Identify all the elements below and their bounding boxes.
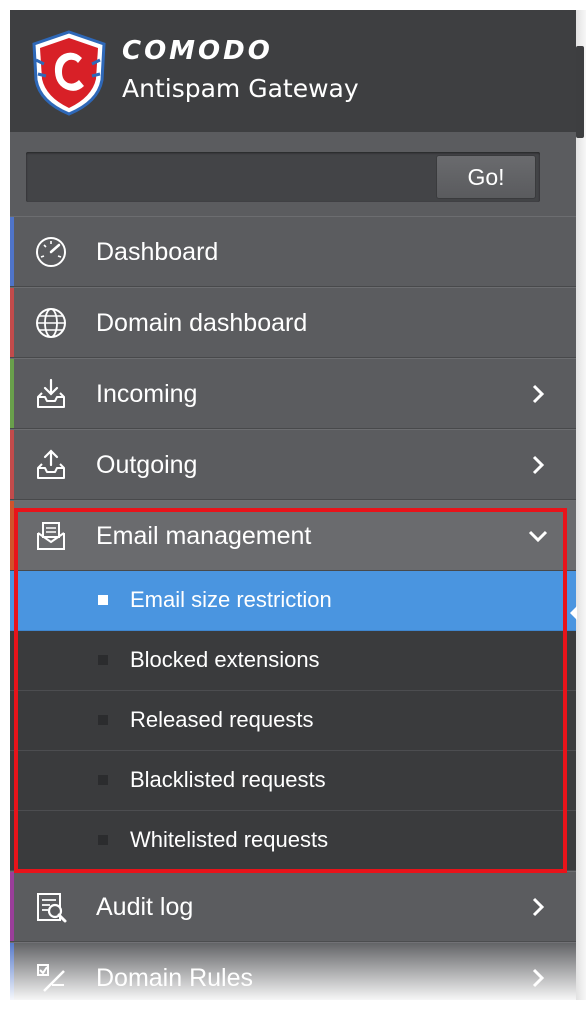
- chevron-right-icon: [532, 455, 545, 475]
- audit-log-icon: [37, 893, 67, 923]
- active-pointer-icon: [570, 606, 577, 620]
- comodo-logo-icon: [32, 30, 106, 116]
- sidebar-item-email-management[interactable]: Email management: [10, 500, 576, 571]
- brand-name: COMODO: [122, 36, 273, 66]
- chevron-right-icon: [532, 897, 545, 917]
- sidebar-item-audit-log[interactable]: Audit log: [10, 871, 576, 942]
- sidebar-item-label: Outgoing: [96, 451, 198, 479]
- submenu-item-label: Blacklisted requests: [130, 767, 326, 792]
- sidebar-item-label: Domain dashboard: [96, 309, 308, 337]
- submenu-item-label: Email size restriction: [130, 587, 332, 612]
- chevron-down-icon: [528, 530, 548, 543]
- search-input[interactable]: [26, 152, 436, 202]
- item-accent-bar: [10, 501, 14, 570]
- chevron-right-icon: [532, 384, 545, 404]
- item-accent-bar: [10, 430, 14, 499]
- submenu-item-email-size-restriction[interactable]: Email size restriction: [10, 571, 576, 631]
- item-accent-bar: [10, 359, 14, 428]
- submenu-item-label: Blocked extensions: [130, 647, 320, 672]
- email-management-icon: [37, 522, 65, 550]
- dashboard-gauge-icon: [36, 237, 66, 267]
- submenu-item-blacklisted-requests[interactable]: Blacklisted requests: [10, 751, 576, 811]
- sidebar-item-label: Email management: [96, 522, 312, 550]
- chevron-right-icon: [532, 968, 545, 988]
- item-accent-bar: [10, 943, 14, 1000]
- sidebar-header: COMODO Antispam Gateway: [10, 10, 576, 132]
- bullet-icon: [98, 775, 108, 785]
- submenu-item-label: Whitelisted requests: [130, 827, 329, 852]
- sidebar-item-label: Audit log: [96, 893, 194, 921]
- domain-rules-icon: [37, 964, 65, 992]
- bullet-icon: [98, 655, 108, 665]
- sidebar-item-label: Domain Rules: [96, 964, 254, 992]
- sidebar-panel: COMODO Antispam Gateway Go! Dashboard Do…: [10, 10, 576, 1000]
- sidebar-item-domain-dashboard[interactable]: Domain dashboard: [10, 287, 576, 358]
- scrollbar-stub[interactable]: [576, 46, 584, 138]
- item-accent-bar: [10, 288, 14, 357]
- sidebar-menu: Dashboard Domain dashboard Incoming Outg…: [10, 216, 576, 1000]
- globe-icon: [36, 308, 66, 338]
- search-box: Go!: [26, 152, 540, 202]
- submenu-item-label: Released requests: [130, 707, 314, 732]
- submenu-item-released-requests[interactable]: Released requests: [10, 691, 576, 751]
- bullet-icon: [98, 715, 108, 725]
- search-area: Go!: [10, 132, 576, 214]
- sidebar-item-label: Dashboard: [96, 238, 219, 266]
- sidebar-item-incoming[interactable]: Incoming: [10, 358, 576, 429]
- sidebar-item-outgoing[interactable]: Outgoing: [10, 429, 576, 500]
- sidebar-item-domain-rules[interactable]: Domain Rules: [10, 942, 576, 1000]
- content-edge: [570, 10, 586, 1000]
- sidebar-item-label: Incoming: [96, 380, 198, 408]
- go-button[interactable]: Go!: [436, 155, 536, 199]
- bullet-icon: [98, 835, 108, 845]
- incoming-tray-icon: [37, 378, 65, 408]
- item-accent-bar: [10, 217, 14, 286]
- item-accent-bar: [10, 872, 14, 941]
- bullet-icon: [98, 595, 108, 605]
- submenu-item-blocked-extensions[interactable]: Blocked extensions: [10, 631, 576, 691]
- product-name: Antispam Gateway: [122, 74, 359, 103]
- sidebar-item-dashboard[interactable]: Dashboard: [10, 216, 576, 287]
- outgoing-tray-icon: [37, 449, 65, 479]
- submenu-item-whitelisted-requests[interactable]: Whitelisted requests: [10, 811, 576, 871]
